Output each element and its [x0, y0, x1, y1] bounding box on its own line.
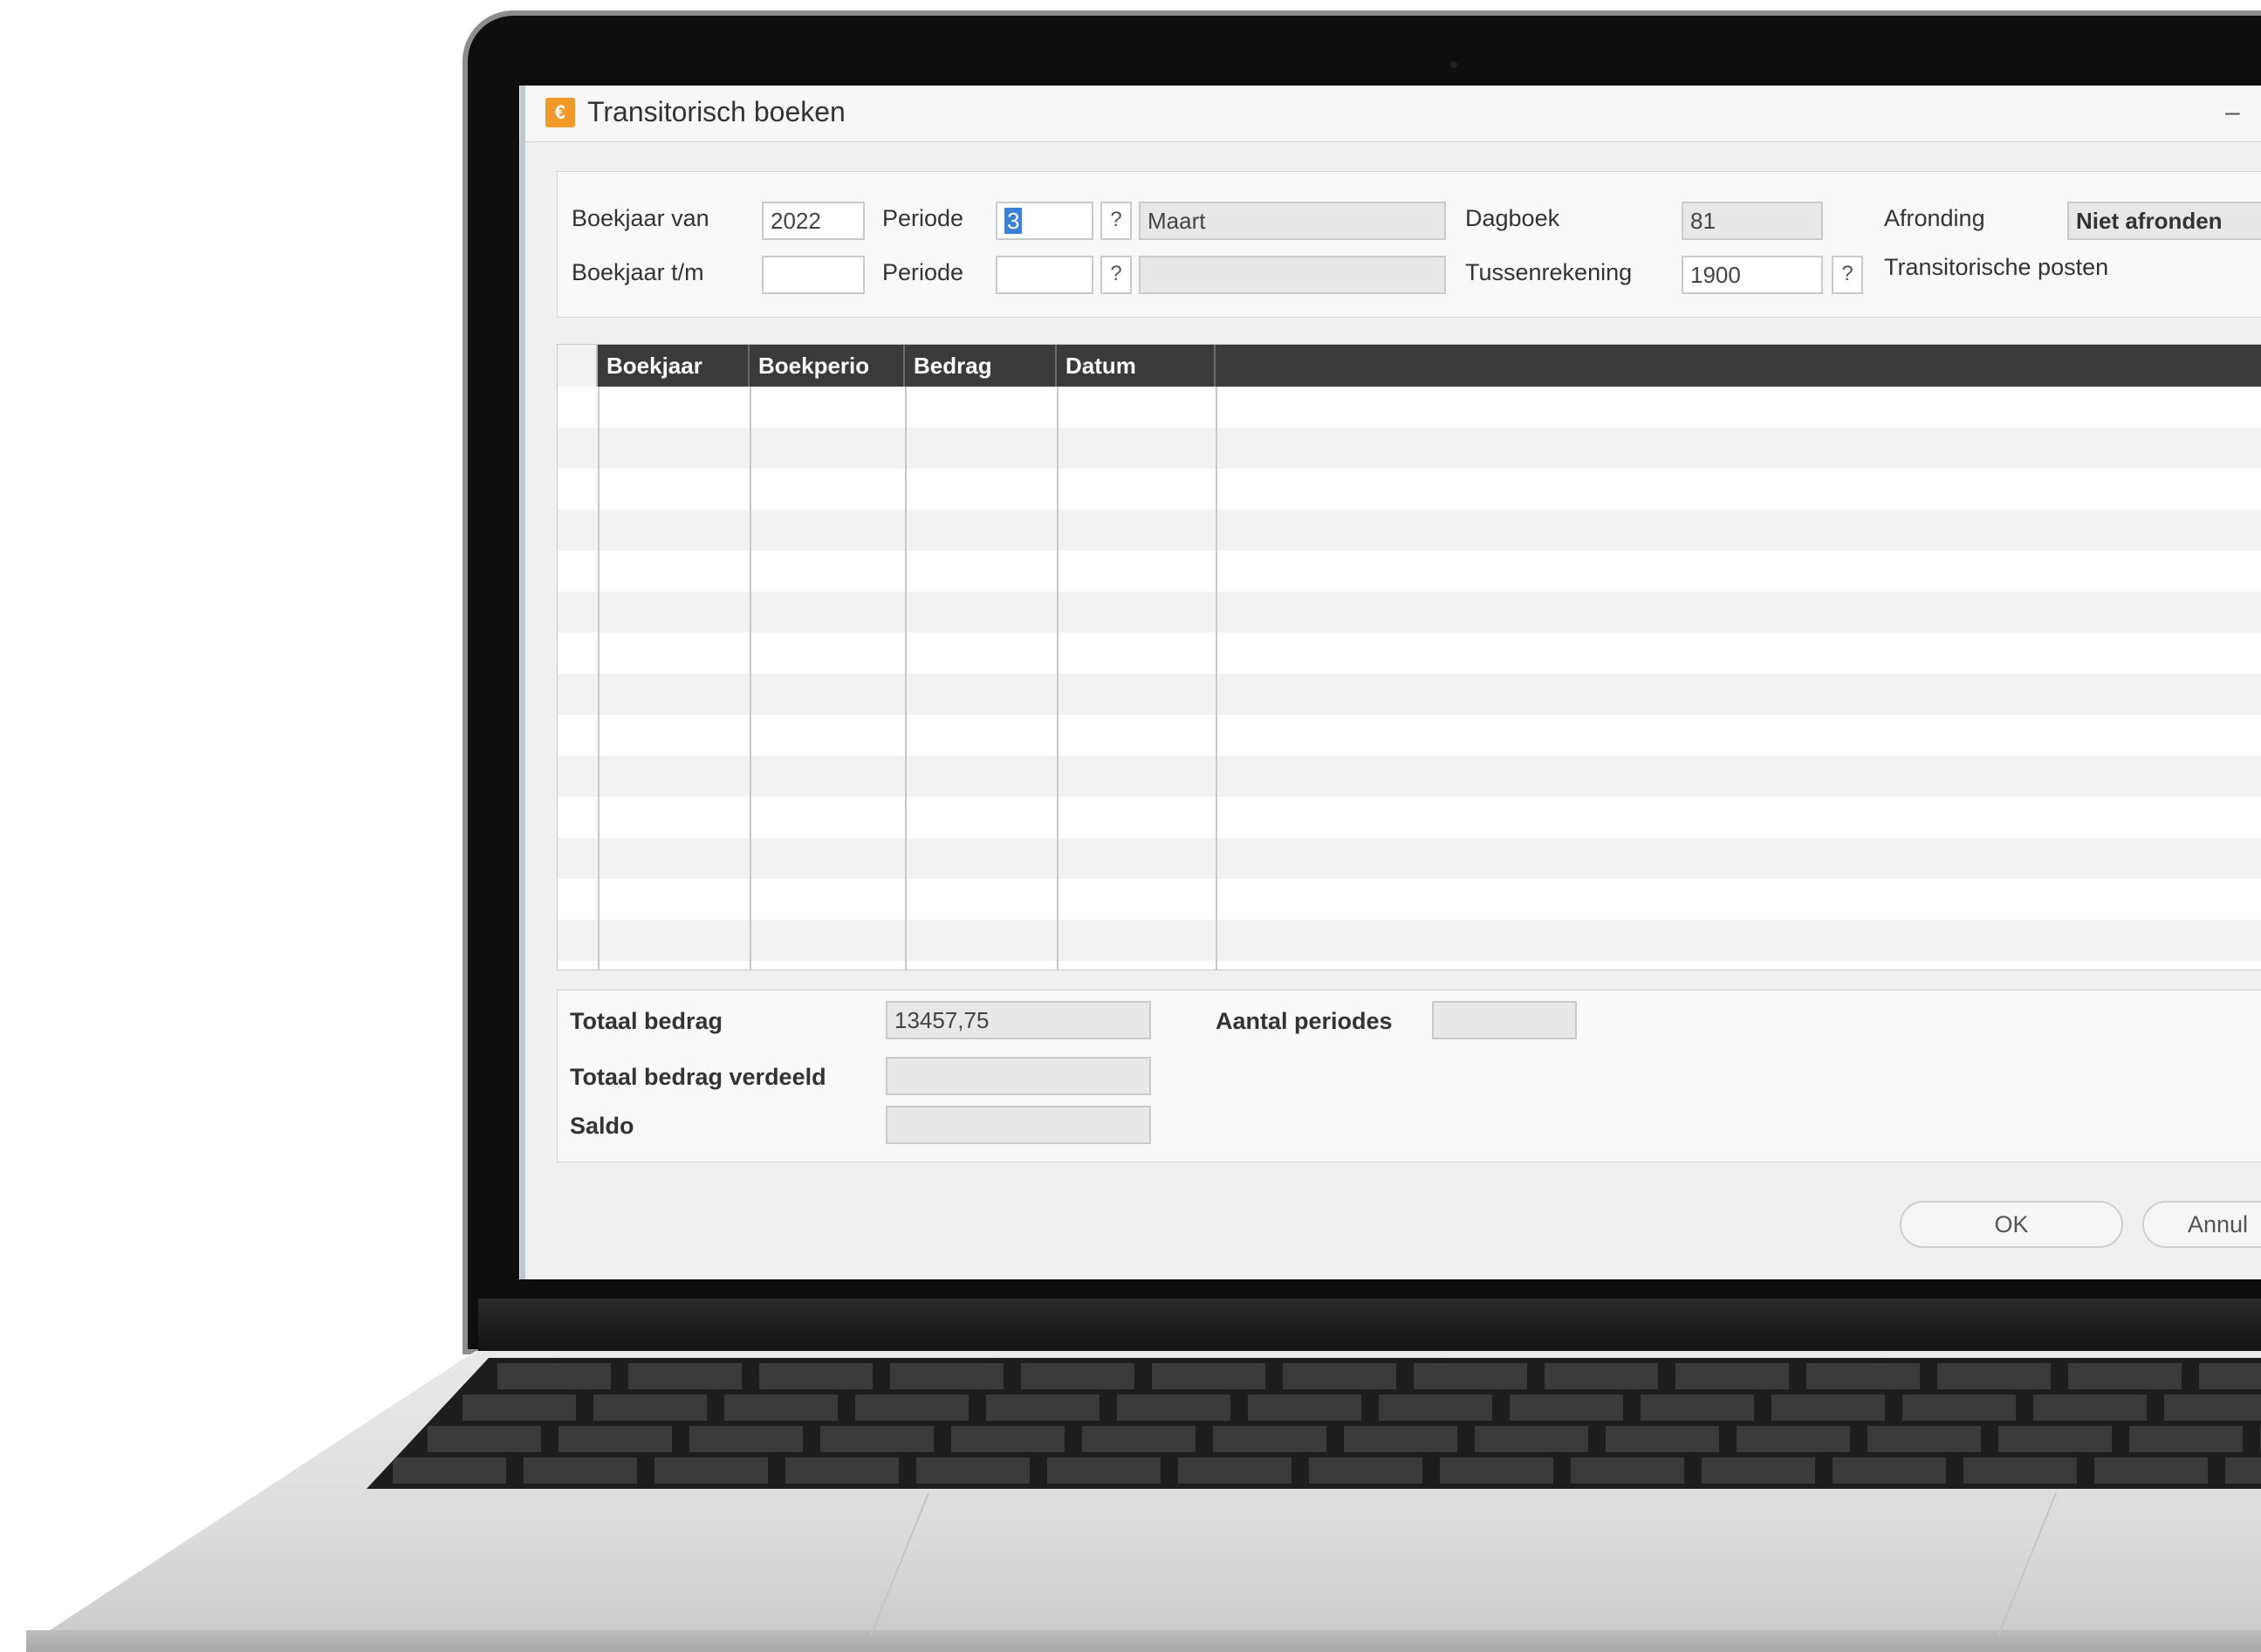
tussenrekening-name: Transitorische posten [1884, 254, 2109, 280]
table-row[interactable] [558, 592, 2261, 633]
table-row[interactable] [558, 387, 2261, 428]
grid-column-divider [1216, 387, 1217, 970]
periode-van-lookup-button[interactable]: ? [1100, 202, 1132, 240]
periode-tm-lookup-button[interactable]: ? [1100, 256, 1132, 294]
table-row[interactable] [558, 879, 2261, 920]
totaal-verdeeld-label: Totaal bedrag verdeeld [570, 1064, 826, 1090]
title-bar: € Transitorisch boeken – [519, 86, 2261, 142]
trackpad [869, 1492, 2058, 1636]
grid-header: Boekjaar Boekperio Bedrag Datum [558, 345, 2261, 387]
table-row[interactable] [558, 715, 2261, 756]
periode-van-name: Maart [1139, 202, 1446, 240]
aantal-periodes-input[interactable] [1432, 1001, 1577, 1039]
grid-select-all-cell[interactable] [558, 345, 598, 387]
periode-tm-input[interactable] [996, 256, 1093, 294]
totaal-verdeeld-value [886, 1057, 1151, 1095]
tussenrekening-input[interactable]: 1900 [1682, 256, 1823, 294]
periode-van-value: 3 [1004, 208, 1023, 234]
camera-icon [1450, 61, 1457, 68]
afronding-select[interactable]: Niet afronden [2067, 202, 2261, 240]
boekjaar-van-input[interactable]: 2022 [762, 202, 865, 240]
keyboard-row [428, 1426, 2261, 1452]
boekjaar-van-label: Boekjaar van [572, 205, 709, 231]
table-row[interactable] [558, 428, 2261, 469]
annuleren-button[interactable]: Annul [2142, 1201, 2261, 1248]
periode-tm-label: Periode [882, 259, 964, 285]
table-row[interactable] [558, 797, 2261, 838]
afronding-label: Afronding [1884, 205, 1985, 231]
table-row[interactable] [558, 674, 2261, 715]
totals-panel: Totaal bedrag 13457,75 Totaal bedrag ver… [557, 990, 2261, 1162]
keyboard-row [393, 1457, 2261, 1484]
parameters-panel: Boekjaar van 2022 Periode 3 ? Maart Boek… [557, 171, 2261, 318]
window-left-edge [520, 86, 525, 1279]
table-row[interactable] [558, 510, 2261, 551]
column-header-filler [1216, 345, 2261, 387]
table-row[interactable] [558, 469, 2261, 510]
grid-column-divider [905, 387, 907, 970]
grid-column-divider [598, 387, 600, 970]
transactions-grid: Boekjaar Boekperio Bedrag Datum [557, 344, 2261, 970]
dagboek-input[interactable]: 81 [1682, 202, 1823, 240]
keyboard [367, 1358, 2261, 1489]
periode-van-input[interactable]: 3 [996, 202, 1093, 240]
column-header-boekjaar[interactable]: Boekjaar [598, 345, 750, 387]
euro-icon: € [545, 98, 575, 127]
column-header-bedrag[interactable]: Bedrag [905, 345, 1057, 387]
boekjaar-tm-label: Boekjaar t/m [572, 259, 704, 285]
table-row[interactable] [558, 756, 2261, 797]
grid-column-divider [1057, 387, 1059, 970]
dagboek-label: Dagboek [1465, 205, 1560, 231]
aantal-periodes-label: Aantal periodes [1216, 1008, 1393, 1034]
keyboard-row [497, 1363, 2261, 1389]
grid-column-divider [750, 387, 751, 970]
minimize-button[interactable]: – [2225, 98, 2240, 127]
periode-van-label: Periode [882, 205, 964, 231]
table-row[interactable] [558, 551, 2261, 592]
application-window: € Transitorisch boeken – Boekjaar van 20… [519, 86, 2261, 1279]
column-header-datum[interactable]: Datum [1057, 345, 1216, 387]
window-title: Transitorisch boeken [587, 96, 846, 127]
boekjaar-tm-input[interactable] [762, 256, 865, 294]
totaal-bedrag-value: 13457,75 [886, 1001, 1151, 1039]
totaal-bedrag-label: Totaal bedrag [570, 1008, 723, 1034]
table-row[interactable] [558, 633, 2261, 674]
laptop-hinge [478, 1299, 2261, 1354]
tussenrekening-label: Tussenrekening [1465, 259, 1633, 285]
table-row[interactable] [558, 838, 2261, 879]
saldo-value [886, 1106, 1151, 1144]
periode-tm-name [1139, 256, 1446, 294]
column-header-boekperiode[interactable]: Boekperio [750, 345, 905, 387]
table-row[interactable] [558, 920, 2261, 961]
ok-button[interactable]: OK [1900, 1201, 2123, 1248]
keyboard-row [462, 1395, 2261, 1421]
saldo-label: Saldo [570, 1113, 634, 1139]
tussenrekening-lookup-button[interactable]: ? [1832, 256, 1863, 294]
